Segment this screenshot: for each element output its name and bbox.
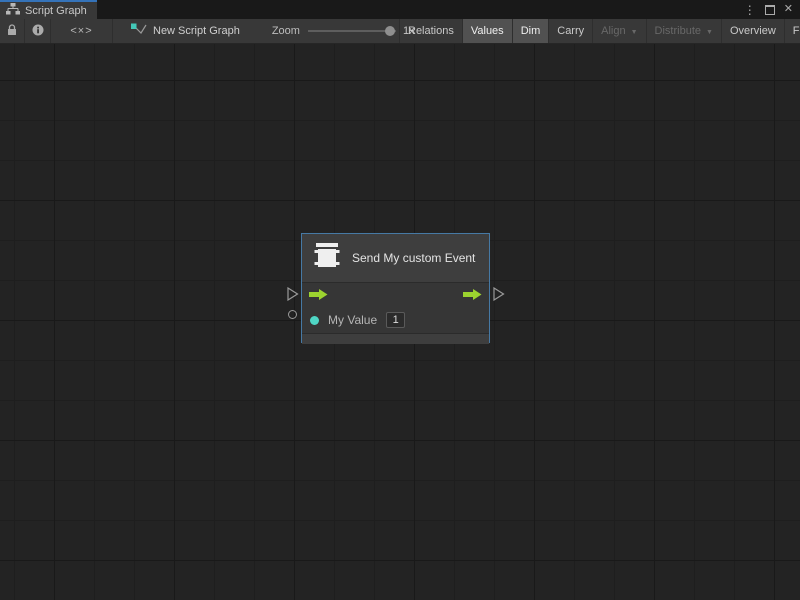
- node-footer: [302, 333, 489, 344]
- toolbar-button-label: Relations: [408, 25, 454, 37]
- script-graph-window: Script Graph ⋮ ✕: [0, 0, 800, 600]
- info-button[interactable]: [25, 19, 51, 43]
- node-header[interactable]: Send My custom Event: [302, 234, 489, 283]
- custom-event-icon: [312, 242, 342, 274]
- value-input-row: My Value 1: [302, 307, 489, 333]
- control-input-arrow-icon[interactable]: [309, 287, 328, 305]
- value-port-label: My Value: [328, 313, 377, 327]
- external-control-input-port[interactable]: [287, 287, 299, 306]
- graph-hierarchy-icon: [6, 3, 20, 18]
- toolbar-button-label: Values: [471, 25, 504, 37]
- graph-node-icon: [131, 23, 147, 39]
- code-view-icon: <×>: [70, 25, 92, 37]
- maximize-icon[interactable]: [765, 5, 775, 15]
- node-send-my-custom-event[interactable]: Send My custom Event My Value 1: [301, 233, 490, 343]
- my-value-input[interactable]: 1: [386, 312, 405, 328]
- toolbar-button-overview[interactable]: Overview: [721, 19, 784, 43]
- info-icon: [32, 24, 44, 39]
- tab-title: Script Graph: [25, 5, 87, 17]
- toolbar: <×> New Script Graph Zoom 1x RelationsVa…: [0, 19, 800, 44]
- node-title: Send My custom Event: [352, 251, 475, 265]
- value-port-dot-icon[interactable]: [310, 316, 319, 325]
- graph-name: New Script Graph: [153, 25, 240, 37]
- control-flow-row: [302, 285, 489, 307]
- toolbar-button-label: Align: [601, 25, 625, 37]
- tab-bar: Script Graph ⋮ ✕: [0, 0, 800, 19]
- toolbar-button-dim[interactable]: Dim: [512, 19, 549, 43]
- zoom-slider-track: [308, 30, 396, 32]
- toolbar-button-values[interactable]: Values: [462, 19, 512, 43]
- toolbar-button-label: Overview: [730, 25, 776, 37]
- zoom-label: Zoom: [272, 25, 300, 37]
- dropdown-arrow-icon: ▼: [706, 29, 713, 36]
- lock-button[interactable]: [0, 19, 25, 43]
- toolbar-button-relations[interactable]: Relations: [399, 19, 462, 43]
- toolbar-button-align: Align ▼: [592, 19, 645, 43]
- toolbar-button-distribute: Distribute ▼: [646, 19, 721, 43]
- toolbar-button-label: Distribute: [655, 25, 701, 37]
- toolbar-button-label: Full Screen: [793, 25, 800, 37]
- external-value-input-port[interactable]: [288, 310, 297, 319]
- tab-script-graph[interactable]: Script Graph: [0, 0, 97, 19]
- dropdown-arrow-icon: ▼: [631, 29, 638, 36]
- zoom-slider[interactable]: [308, 26, 396, 36]
- toolbar-button-full-screen[interactable]: Full Screen: [784, 19, 800, 43]
- graph-reference[interactable]: New Script Graph: [131, 23, 240, 39]
- toolbar-button-label: Dim: [521, 25, 541, 37]
- more-options-icon[interactable]: ⋮: [744, 4, 756, 16]
- toolbar-button-label: Carry: [557, 25, 584, 37]
- control-output-arrow-icon[interactable]: [463, 287, 482, 305]
- close-icon[interactable]: ✕: [784, 4, 793, 15]
- zoom-slider-handle[interactable]: [385, 26, 395, 36]
- window-controls: ⋮ ✕: [744, 0, 800, 19]
- graph-canvas[interactable]: Send My custom Event My Value 1: [0, 44, 800, 600]
- code-view-button[interactable]: <×>: [51, 19, 113, 43]
- view-toggle-group: Relations Values Dim Carry Align ▼ Distribute ▼…: [399, 19, 800, 43]
- toolbar-button-carry[interactable]: Carry: [548, 19, 592, 43]
- external-control-output-port[interactable]: [493, 287, 505, 306]
- lock-icon: [6, 24, 18, 39]
- node-body: My Value 1: [302, 283, 489, 333]
